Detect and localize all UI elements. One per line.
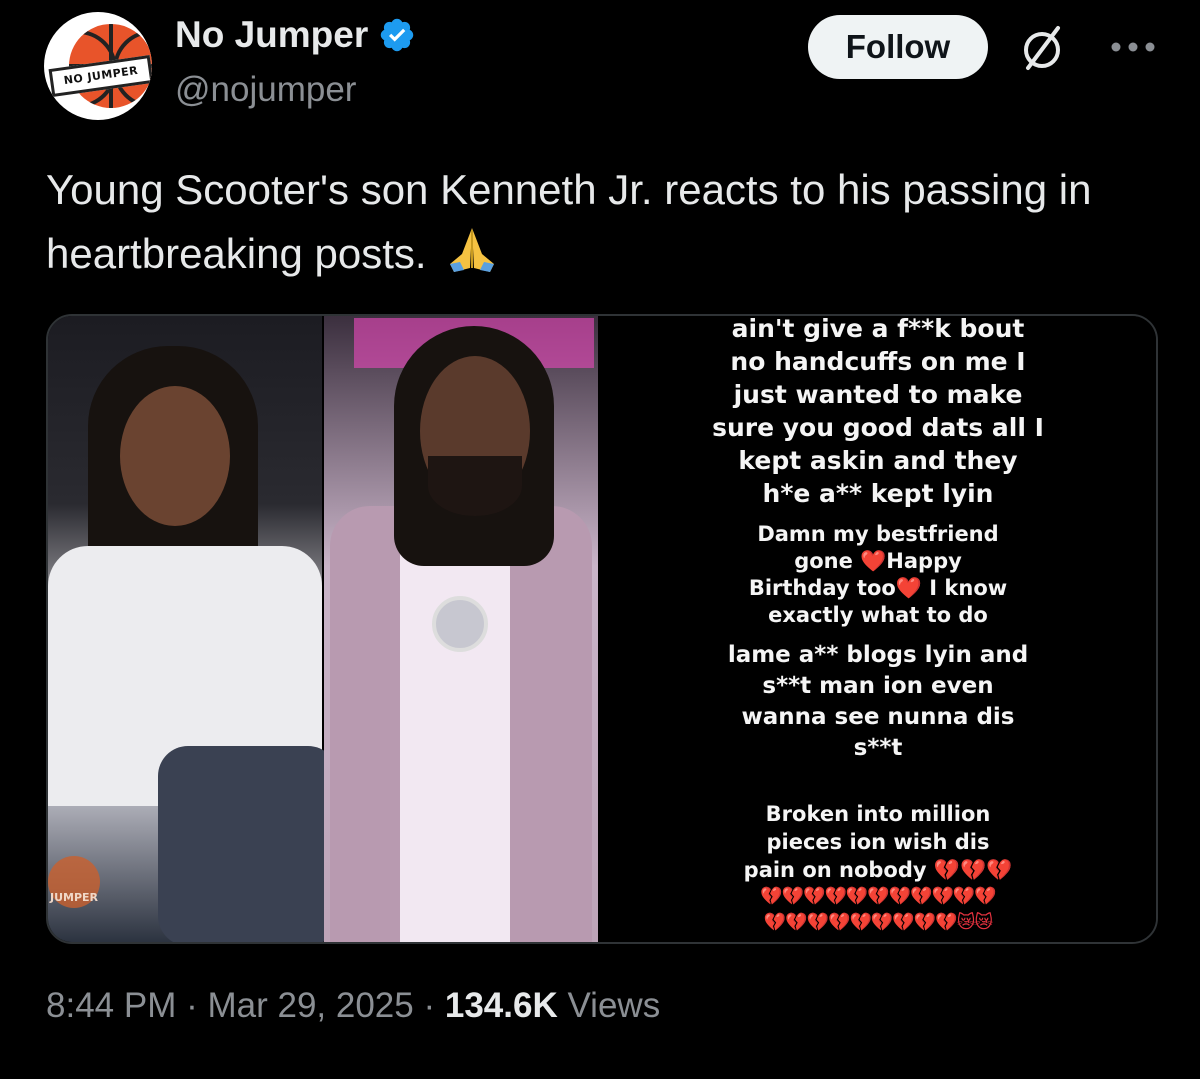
photo-young-scooter: [324, 316, 598, 942]
views-count: 134.6K: [444, 986, 558, 1025]
meta-separator: ·: [423, 986, 436, 1025]
more-options-icon[interactable]: [1110, 40, 1156, 54]
photo-watermark-text: JUMPER: [50, 891, 99, 904]
story-line: ain't give a f**k bout: [731, 314, 1025, 343]
story-line: gone ❤️Happy: [794, 549, 962, 573]
follow-button[interactable]: Follow: [808, 15, 988, 79]
story-text-block-4: Broken into million pieces ion wish dis …: [600, 800, 1156, 936]
profile-avatar[interactable]: NO JUMPER: [44, 12, 152, 120]
author-handle[interactable]: @nojumper: [175, 70, 356, 110]
broken-hearts-row: 💔💔💔💔💔💔💔💔💔💔💔: [760, 886, 997, 907]
photo-young-man: JUMPER: [48, 316, 338, 942]
story-line: lame a** blogs lyin and: [727, 642, 1029, 668]
author-display-name[interactable]: No Jumper: [175, 14, 368, 56]
story-line: Broken into million: [765, 802, 991, 826]
verified-badge-icon: [381, 18, 414, 52]
story-text-block-2: Damn my bestfriend gone ❤️Happy Birthday…: [600, 521, 1156, 629]
grok-icon[interactable]: [1016, 22, 1068, 74]
story-line: kept askin and they: [738, 446, 1018, 475]
story-line: sure you good dats all I: [712, 413, 1044, 442]
folded-hands-emoji-icon: [450, 228, 495, 272]
author-name-row: No Jumper: [175, 14, 416, 56]
story-line: h*e a** kept lyin: [762, 479, 994, 508]
tweet-time[interactable]: 8:44 PM: [46, 986, 176, 1025]
story-line: no handcuffs on me I: [730, 347, 1026, 376]
story-line: just wanted to make: [733, 380, 1023, 409]
story-line: pieces ion wish dis: [766, 830, 990, 854]
story-text-block-1: ain't give a f**k bout no handcuffs on m…: [600, 314, 1156, 510]
media-attachment[interactable]: JUMPER ain't give a f**k bout no handcuf…: [46, 314, 1158, 944]
meta-separator: ·: [186, 986, 198, 1025]
story-line: s**t: [853, 735, 903, 761]
views-label: Views: [567, 986, 661, 1025]
story-line: wanna see nunna dis: [741, 704, 1015, 730]
story-line: s**t man ion even: [762, 673, 994, 699]
tweet-date[interactable]: Mar 29, 2025: [207, 986, 413, 1025]
story-text-block-3: lame a** blogs lyin and s**t man ion eve…: [600, 640, 1156, 764]
tweet-text: Young Scooter's son Kenneth Jr. reacts t…: [46, 158, 1166, 286]
story-line: Birthday too❤️ I know: [748, 576, 1008, 600]
tweet-body: Young Scooter's son Kenneth Jr. reacts t…: [46, 166, 1092, 277]
tweet-meta: 8:44 PM · Mar 29, 2025 · 134.6K Views: [46, 986, 660, 1026]
story-line: pain on nobody 💔💔💔: [743, 858, 1013, 882]
story-screenshot: ain't give a f**k bout no handcuffs on m…: [600, 316, 1156, 942]
story-line: Damn my bestfriend: [757, 522, 999, 546]
story-line: exactly what to do: [768, 603, 988, 627]
broken-hearts-row: 💔💔💔💔💔💔💔💔💔😿😿: [763, 912, 993, 933]
